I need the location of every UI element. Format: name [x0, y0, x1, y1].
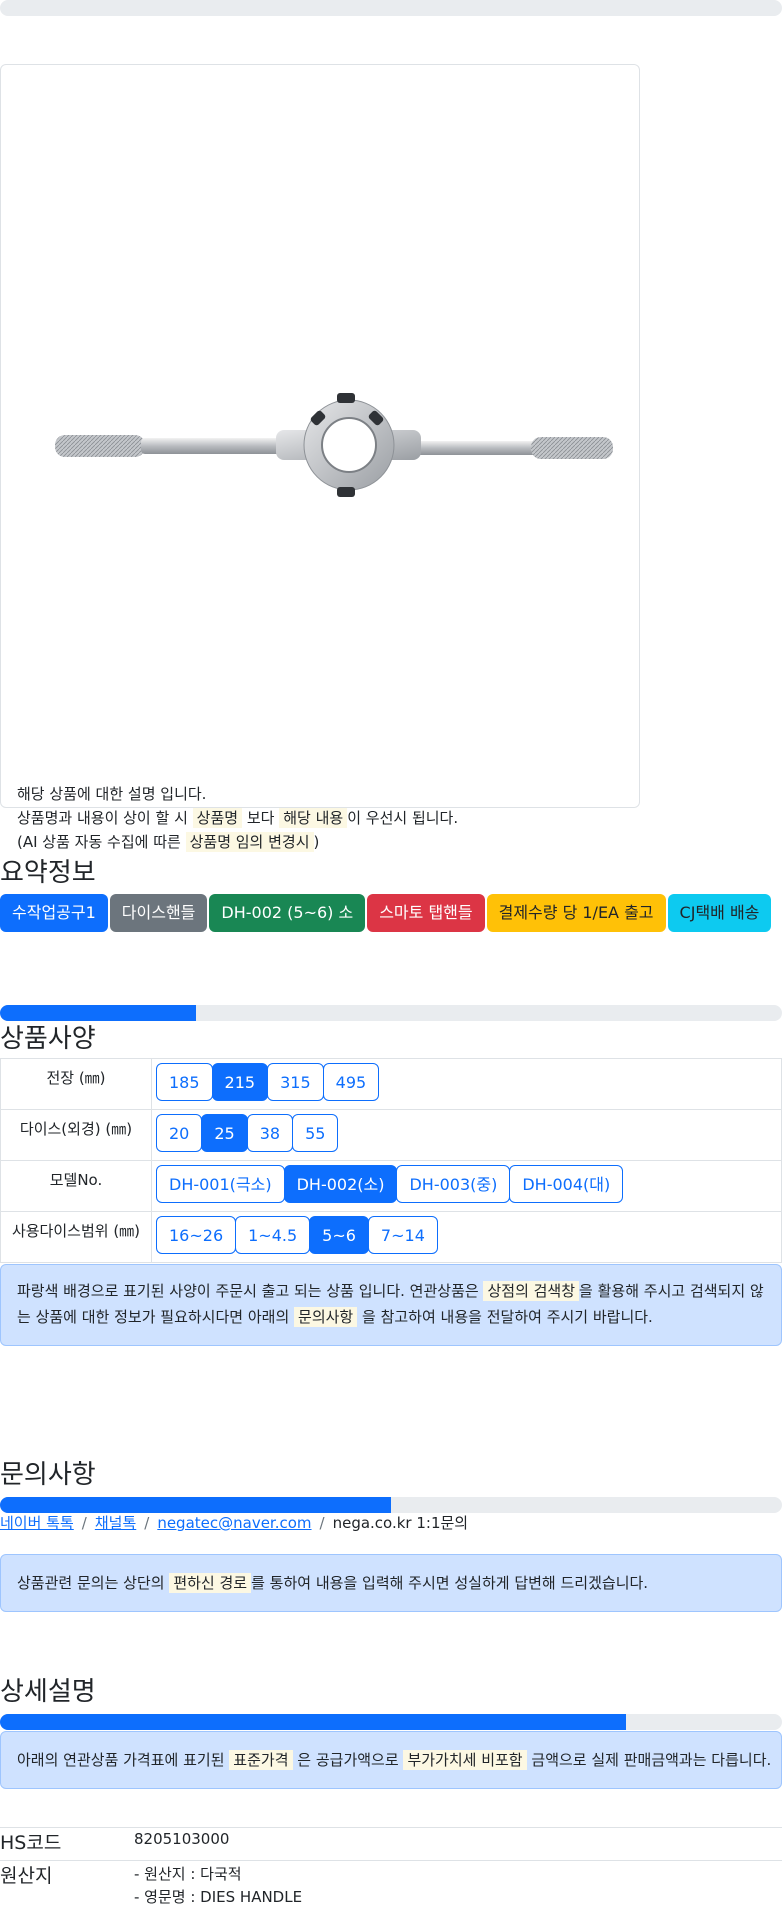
highlight-content: 해당 내용 — [279, 808, 348, 828]
spec-option[interactable]: DH-004(대) — [509, 1165, 624, 1203]
summary-badge: 스마토 탭핸들 — [367, 894, 485, 932]
inquiry-title: 문의사항 — [0, 1460, 96, 1490]
option-group: 185 215 315 495 — [156, 1063, 777, 1101]
option-group: 20 25 38 55 — [156, 1114, 777, 1152]
spec-option[interactable]: 185 — [156, 1063, 213, 1101]
desc-text: ) — [313, 833, 320, 851]
separator: / — [81, 1514, 87, 1532]
spec-option-selected[interactable]: 25 — [201, 1114, 248, 1152]
hs-code-row: HS코드 8205103000 — [0, 1827, 782, 1860]
option-group: 16~26 1~4.5 5~6 7~14 — [156, 1216, 777, 1254]
spec-row: 모델No. DH-001(극소) DH-002(소) DH-003(중) DH-004(… — [0, 1160, 782, 1212]
inquiry-links: 네이버 톡톡 / 채널톡 / negatec@naver.com / nega.co.kr … — [0, 1512, 468, 1533]
highlight-route: 편하신 경로 — [169, 1573, 252, 1593]
spec-option[interactable]: 38 — [246, 1114, 294, 1152]
notice-text: 파랑색 배경으로 표기된 사양이 주문시 출고 되는 상품 입니다. 연관상품은 — [17, 1282, 479, 1300]
inquiry-notice: 상품관련 문의는 상단의 편하신 경로 를 통하여 내용을 입력해 주시면 성실하… — [0, 1554, 782, 1612]
inquiry-progress-bar — [0, 1497, 782, 1513]
hs-code-label: HS코드 — [0, 1832, 62, 1854]
spec-option-selected[interactable]: 215 — [211, 1063, 269, 1101]
spec-option-selected[interactable]: 5~6 — [309, 1216, 369, 1254]
highlight-vat: 부가가치세 비포함 — [403, 1750, 527, 1770]
desc-text: 이 우선시 됩니다. — [347, 809, 459, 827]
spec-options: 185 215 315 495 — [151, 1058, 782, 1110]
spec-notice: 파랑색 배경으로 표기된 사양이 주문시 출고 되는 상품 입니다. 연관상품은… — [0, 1264, 782, 1346]
summary-badge: 다이스핸들 — [109, 894, 208, 932]
origin-label: 원산지 — [0, 1865, 53, 1887]
product-image-card: 해당 상품에 대한 설명 입니다. 상품명과 내용이 상이 할 시 상품명 보다… — [0, 64, 640, 852]
summary-badge: 결제수량 당 1/EA 출고 — [486, 894, 666, 932]
summary-badge: DH-002 (5~6) 소 — [209, 894, 366, 932]
summary-title: 요약정보 — [0, 858, 96, 888]
spec-label: 전장 (㎜) — [0, 1058, 152, 1110]
desc-text: 보다 — [246, 809, 275, 827]
detail-notice: 아래의 연관상품 가격표에 표기된 표준가격 은 공급가액으로 부가가치세 비포… — [0, 1731, 782, 1789]
spec-option[interactable]: DH-001(극소) — [156, 1165, 285, 1203]
highlight-inquiry: 문의사항 — [294, 1307, 358, 1327]
notice-text: 은 공급가액으로 — [297, 1751, 399, 1769]
spec-label: 사용다이스범위 (㎜) — [0, 1211, 152, 1263]
summary-badges: 수작업공구1 다이스핸들 DH-002 (5~6) 소 스마토 탭핸들 결제수량 당 1… — [0, 894, 772, 932]
spec-option[interactable]: 55 — [292, 1114, 339, 1152]
spec-progress-bar — [0, 1005, 782, 1021]
origin-line-1: - 원산지 : 다국적 — [134, 1865, 242, 1883]
spec-row: 사용다이스범위 (㎜) 16~26 1~4.5 5~6 7~14 — [0, 1211, 782, 1263]
channel-talk-link[interactable]: 채널톡 — [95, 1514, 136, 1532]
spec-option[interactable]: DH-003(중) — [396, 1165, 511, 1203]
site-inquiry-text: nega.co.kr 1:1문의 — [332, 1514, 469, 1532]
desc-line-1: 해당 상품에 대한 설명 입니다. — [17, 785, 207, 803]
spec-row: 다이스(외경) (㎜) 20 25 38 55 — [0, 1109, 782, 1161]
highlight-search: 상점의 검색창 — [483, 1281, 580, 1301]
notice-text: 는 상품에 대한 정보가 필요하시다면 아래의 — [17, 1308, 290, 1326]
origin-row: 원산지 - 원산지 : 다국적 - 영문명 : DIES HANDLE — [0, 1860, 782, 1910]
spec-options: DH-001(극소) DH-002(소) DH-003(중) DH-004(대) — [151, 1160, 782, 1212]
spec-label: 다이스(외경) (㎜) — [0, 1109, 152, 1161]
highlight-name-change: 상품명 임의 변경시 — [185, 832, 314, 852]
origin-line-2: - 영문명 : DIES HANDLE — [134, 1888, 303, 1906]
notice-text: 을 활용해 주시고 검색되지 않 — [579, 1282, 764, 1300]
spec-option[interactable]: 20 — [156, 1114, 203, 1152]
notice-text: 을 참고하여 내용을 전달하여 주시기 바랍니다. — [362, 1308, 653, 1326]
separator: / — [144, 1514, 150, 1532]
spec-options: 20 25 38 55 — [151, 1109, 782, 1161]
spec-label: 모델No. — [0, 1160, 152, 1212]
summary-badge: CJ택배 배송 — [667, 894, 772, 932]
highlight-standard-price: 표준가격 — [229, 1750, 293, 1770]
spec-row: 전장 (㎜) 185 215 315 495 — [0, 1058, 782, 1110]
spec-table: 전장 (㎜) 185 215 315 495 다이스(외경) (㎜) 20 25 38 55 모델N… — [0, 1058, 782, 1263]
top-progress-bar — [0, 0, 782, 16]
email-link[interactable]: negatec@naver.com — [157, 1514, 311, 1532]
separator: / — [319, 1514, 325, 1532]
spec-option[interactable]: 16~26 — [156, 1216, 237, 1254]
spec-option-selected[interactable]: DH-002(소) — [283, 1165, 398, 1203]
spec-title: 상품사양 — [0, 1024, 96, 1054]
notice-text: 아래의 연관상품 가격표에 표기된 — [17, 1751, 225, 1769]
notice-text: 금액으로 실제 판매금액과는 다릅니다. — [531, 1751, 772, 1769]
hs-code-value: 8205103000 — [134, 1830, 230, 1848]
detail-title: 상세설명 — [0, 1677, 96, 1707]
spec-option[interactable]: 495 — [322, 1063, 380, 1101]
desc-text: (AI 상품 자동 수집에 따른 — [17, 833, 181, 851]
spec-option[interactable]: 7~14 — [367, 1216, 438, 1254]
highlight-product-name: 상품명 — [192, 808, 243, 828]
spec-option[interactable]: 315 — [267, 1063, 324, 1101]
notice-text: 상품관련 문의는 상단의 — [17, 1574, 165, 1592]
spec-options: 16~26 1~4.5 5~6 7~14 — [151, 1211, 782, 1263]
option-group: DH-001(극소) DH-002(소) DH-003(중) DH-004(대) — [156, 1165, 777, 1203]
naver-talk-link[interactable]: 네이버 톡톡 — [0, 1514, 74, 1532]
desc-text: 상품명과 내용이 상이 할 시 — [17, 809, 188, 827]
die-handle-image — [55, 393, 613, 497]
notice-text: 를 통하여 내용을 입력해 주시면 성실하게 답변해 드리겠습니다. — [251, 1574, 649, 1592]
detail-progress-bar — [0, 1714, 782, 1730]
summary-badge: 수작업공구1 — [0, 894, 108, 932]
spec-option[interactable]: 1~4.5 — [235, 1216, 311, 1254]
